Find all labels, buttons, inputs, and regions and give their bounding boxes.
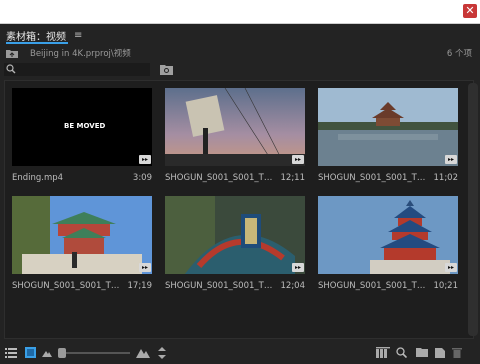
clip-name: SHOGUN_S001_S001_T075....	[165, 281, 277, 291]
clip-name: SHOGUN_S001_S001_T080....	[318, 281, 430, 291]
large-mountain-icon[interactable]	[136, 347, 150, 358]
zoom-slider[interactable]	[62, 352, 130, 354]
thumbnail-image	[165, 196, 305, 274]
clip-duration: 12;11	[280, 173, 306, 183]
folder-up-icon[interactable]	[6, 48, 18, 58]
automate-to-sequence-icon[interactable]	[376, 347, 390, 358]
find-icon[interactable]	[396, 347, 407, 358]
new-search-bin-icon[interactable]	[160, 64, 173, 75]
panel-tab[interactable]: 素材箱：视频 ≡	[6, 27, 82, 44]
zoom-slider-handle[interactable]	[58, 348, 66, 358]
panel-title: 素材箱：视频	[6, 31, 66, 43]
panel-menu-icon[interactable]: ≡	[74, 30, 82, 41]
clip-thumbnail: ▸▸	[318, 88, 458, 166]
video-badge-icon: ▸▸	[139, 263, 151, 272]
trash-icon[interactable]	[452, 347, 462, 358]
thumbnail-text: BE MOVED	[64, 122, 106, 130]
clip-thumbnail: ▸▸	[165, 88, 305, 166]
clip-duration: 3:09	[132, 173, 152, 183]
thumbnail-image	[318, 88, 458, 166]
window-titlebar: ✕	[0, 0, 480, 24]
search-row	[4, 63, 474, 77]
clip-name: Ending.mp4	[12, 173, 64, 183]
clip-thumbnail: ▸▸	[165, 196, 305, 274]
thumbnail-image	[165, 88, 305, 166]
thumbnail-image	[318, 196, 458, 274]
new-bin-icon[interactable]	[416, 347, 428, 357]
bin-path: Beijing in 4K.prproj\视频	[30, 49, 131, 59]
clip-thumbnail: ▸▸	[12, 196, 152, 274]
bottom-toolbar	[0, 342, 480, 364]
clip-name: SHOGUN_S001_S001_T034....	[318, 173, 430, 183]
small-mountain-icon[interactable]	[42, 349, 52, 357]
search-input[interactable]	[4, 63, 150, 76]
sort-icon[interactable]	[158, 347, 166, 359]
list-view-icon[interactable]	[5, 347, 17, 358]
video-badge-icon: ▸▸	[292, 155, 304, 164]
clip-name: SHOGUN_S001_S001_T044....	[12, 281, 124, 291]
thumbnail-image	[12, 196, 152, 274]
video-badge-icon: ▸▸	[139, 155, 151, 164]
clip-duration: 11;02	[433, 173, 459, 183]
clip-duration: 12;04	[280, 281, 306, 291]
clip-thumbnail: BE MOVED ▸▸	[12, 88, 152, 166]
bin-path-row: Beijing in 4K.prproj\视频 6 个项	[6, 46, 474, 60]
clip-thumbnail: ▸▸	[318, 196, 458, 274]
clip-duration: 17;19	[127, 281, 153, 291]
new-item-icon[interactable]	[434, 347, 446, 358]
icon-view-icon[interactable]	[25, 347, 36, 358]
video-badge-icon: ▸▸	[445, 155, 457, 164]
video-badge-icon: ▸▸	[445, 263, 457, 272]
item-count: 6 个项	[446, 49, 472, 59]
vertical-scrollbar[interactable]	[468, 83, 478, 336]
video-badge-icon: ▸▸	[292, 263, 304, 272]
search-icon	[6, 64, 16, 74]
active-tab-underline	[6, 42, 68, 44]
clip-duration: 10;21	[433, 281, 459, 291]
close-icon[interactable]: ✕	[463, 4, 477, 18]
clip-name: SHOGUN_S001_S001_T031....	[165, 173, 277, 183]
